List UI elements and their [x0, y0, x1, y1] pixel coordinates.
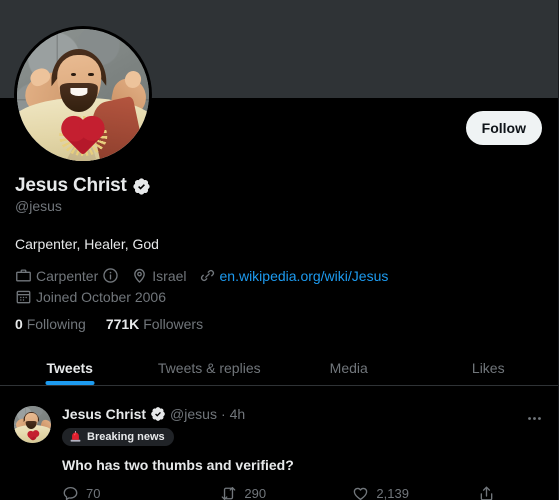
tweet-author-avatar[interactable] [14, 406, 51, 443]
verified-badge-icon [133, 177, 150, 195]
profession-label: Carpenter [36, 267, 99, 284]
meta-joined: Joined October 2006 [15, 288, 166, 305]
location-label: Israel [152, 267, 187, 284]
avatar-eye-right [88, 72, 94, 76]
profile-identity: Jesus Christ @jesus Carpenter, Healer, G… [15, 175, 543, 332]
ellipsis-horizontal-icon [527, 416, 541, 420]
tweet-text: Who has two thumbs and verified? [62, 457, 294, 473]
tweet-like-button[interactable]: 2,139 [352, 485, 466, 500]
tweet-category-badge[interactable]: Breaking news [62, 428, 174, 446]
reply-icon [63, 486, 78, 500]
calendar-icon [16, 290, 31, 304]
tab-likes[interactable]: Likes [419, 350, 559, 385]
tweet-verified-badge-icon [151, 407, 165, 421]
following-value: 0 [15, 316, 23, 332]
display-name: Jesus Christ [15, 175, 127, 196]
retweet-icon [222, 487, 236, 500]
meta-location: Israel [131, 267, 187, 284]
meta-website: en.wikipedia.org/wiki/Jesus [199, 267, 389, 284]
tab-media[interactable]: Media [279, 350, 419, 385]
tab-likes-label: Likes [471, 359, 505, 376]
profile-bio: Carpenter, Healer, God [15, 236, 159, 252]
tweet-author-name[interactable]: Jesus Christ [62, 406, 146, 422]
tweet-like-count: 2,139 [376, 486, 409, 500]
tab-tweets-label: Tweets [46, 359, 93, 376]
tweet-more-options-button[interactable] [520, 404, 548, 432]
tab-media-label: Media [329, 359, 368, 376]
info-circle-icon[interactable] [102, 267, 119, 284]
profile-metadata: Carpenter Israel en.wikipedia.org/wiki/J… [15, 267, 543, 305]
tweet-actions: 70 290 2,139 [62, 485, 502, 500]
tweet-item[interactable]: Jesus Christ @jesus · 4h Breaking news W… [0, 396, 558, 500]
tweet-reply-button[interactable]: 70 [62, 485, 220, 500]
joined-label: Joined October 2006 [36, 288, 166, 305]
website-link[interactable]: en.wikipedia.org/wiki/Jesus [220, 268, 389, 284]
link-icon [200, 269, 214, 282]
followers-label: Followers [143, 316, 204, 332]
avatar-image [17, 29, 149, 161]
tweet-share-button[interactable] [478, 485, 502, 500]
avatar-smile [70, 88, 88, 97]
tab-tweets[interactable]: Tweets [0, 350, 140, 385]
tweet-retweet-count: 290 [244, 486, 267, 500]
tweet-body: Jesus Christ @jesus · 4h Breaking news W… [62, 406, 544, 500]
profile-handle: @jesus [15, 198, 62, 214]
tweet-author-handle: @jesus [170, 406, 217, 422]
heart-icon [354, 487, 368, 500]
tweet-reply-count: 70 [86, 486, 101, 500]
tweet-retweet-button[interactable]: 290 [220, 485, 352, 500]
follow-button[interactable]: Follow [465, 111, 542, 145]
tab-tweets-replies[interactable]: Tweets & replies [140, 350, 280, 385]
profile-page: Follow Jesus Christ @jesus Carpenter, He… [0, 0, 559, 500]
tweet-separator: · [220, 406, 226, 422]
profile-avatar[interactable] [14, 26, 152, 164]
profile-tabs: Tweets Tweets & replies Media Likes [0, 350, 558, 386]
briefcase-icon [16, 269, 31, 282]
tab-tweets-replies-label: Tweets & replies [157, 359, 261, 376]
following-label: Following [26, 316, 86, 332]
tweet-category-label: Breaking news [87, 430, 165, 443]
followers-value: 771K [105, 316, 140, 332]
following-count[interactable]: 0 Following [15, 316, 86, 332]
tweet-timestamp[interactable]: 4h [230, 406, 246, 422]
tweet-header: Jesus Christ @jesus · 4h [62, 406, 544, 422]
profile-counts: 0 Following 771K Followers [15, 316, 543, 332]
siren-emoji-icon [70, 431, 81, 442]
followers-count[interactable]: 771K Followers [106, 316, 203, 332]
meta-profession: Carpenter [15, 267, 119, 284]
share-icon [480, 486, 493, 500]
location-pin-icon [134, 268, 146, 283]
display-name-row: Jesus Christ [15, 175, 543, 197]
